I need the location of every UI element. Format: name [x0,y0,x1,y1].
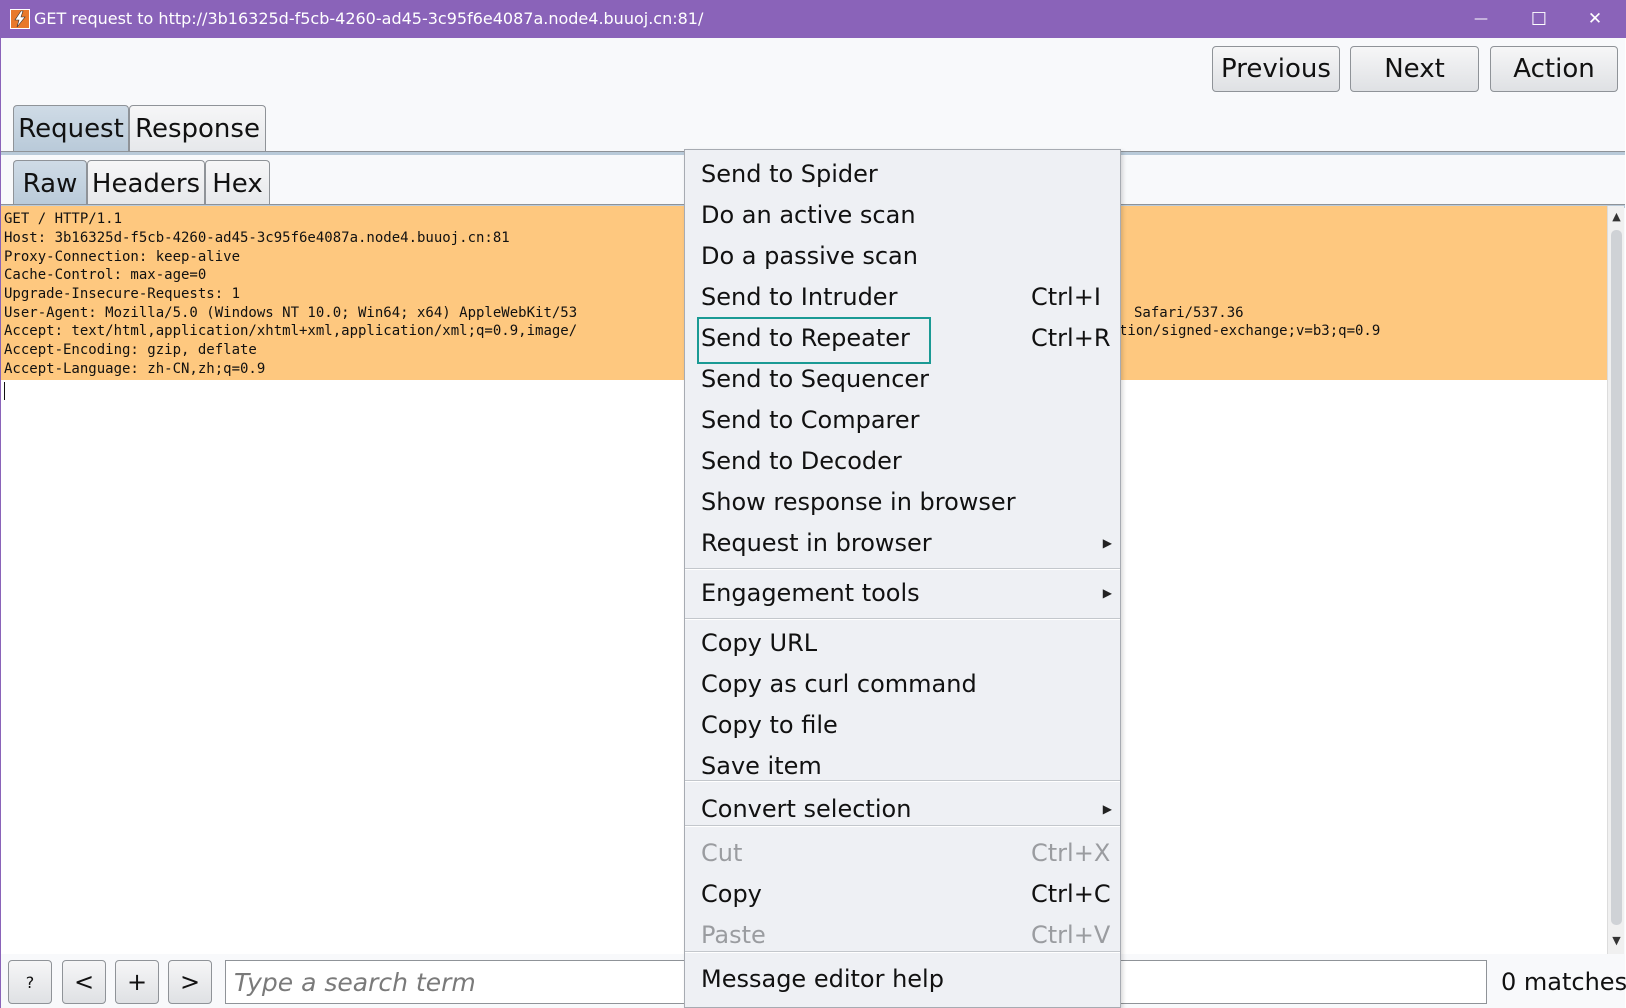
menu-item-label: Send to Sequencer [701,365,930,393]
header-accept-language: Accept-Language: zh-CN,zh;q=0.9 [4,361,266,377]
menu-item-label: Do an active scan [701,201,916,229]
menu-item-label: Cut [701,839,743,867]
tab-headers[interactable]: Headers [87,160,205,206]
close-button[interactable]: ✕ [1566,0,1624,38]
header-upgrade-insecure: Upgrade-Insecure-Requests: 1 [4,286,241,302]
menu-item-label: Send to Repeater [701,324,910,352]
menu-item-show-response-in-browser[interactable]: Show response in browser [685,482,1120,523]
menu-separator [685,568,1120,570]
previous-button[interactable]: Previous [1212,46,1340,92]
menu-item-cut[interactable]: Cut Ctrl+X [685,833,1120,874]
request-line: GET / HTTP/1.1 [4,211,123,227]
menu-item-send-to-repeater[interactable]: Send to Repeater Ctrl+R [685,317,1120,364]
menu-item-active-scan[interactable]: Do an active scan [685,195,1120,236]
menu-item-label: Send to Decoder [701,447,902,475]
menu-item-label: Convert selection [701,795,912,823]
menu-separator [685,780,1120,782]
header-accept-encoding: Accept-Encoding: gzip, deflate [4,342,257,358]
submenu-arrow-icon: ▶ [1102,586,1112,600]
action-button[interactable]: Action [1490,46,1618,92]
window-title: GET request to http://3b16325d-f5cb-4260… [34,9,704,28]
header-user-agent: User-Agent: Mozilla/5.0 (Windows NT 10.0… [4,305,578,321]
tab-request[interactable]: Request [13,105,129,151]
header-cache-control: Cache-Control: max-age=0 [4,267,207,283]
menu-item-label: Request in browser [701,529,932,557]
menu-item-copy-to-file[interactable]: Copy to file [685,705,1120,746]
help-button[interactable]: ? [8,960,52,1004]
menu-item-shortcut: Ctrl+V [1031,921,1111,949]
menu-item-label: Send to Comparer [701,406,920,434]
menu-item-copy-url[interactable]: Copy URL [685,623,1120,664]
scroll-up-icon[interactable]: ▲ [1610,210,1623,224]
submenu-arrow-icon: ▶ [1102,536,1112,550]
search-add-button[interactable]: + [115,960,159,1004]
menu-item-request-in-browser[interactable]: Request in browser ▶ [685,523,1120,564]
menu-item-label: Paste [701,921,766,949]
tab-response[interactable]: Response [129,105,266,151]
search-next-button[interactable]: > [168,960,212,1004]
menu-item-shortcut: Ctrl+R [1031,324,1111,352]
menu-separator [685,618,1120,620]
next-button[interactable]: Next [1350,46,1479,92]
maximize-icon: ☐ [1530,8,1548,30]
context-menu: Send to Spider Do an active scan Do a pa… [684,149,1121,1008]
menu-item-send-to-spider[interactable]: Send to Spider [685,154,1120,195]
tab-hex[interactable]: Hex [205,160,270,206]
menu-item-copy[interactable]: Copy Ctrl+C [685,874,1120,915]
menu-separator [685,951,1120,953]
header-accept: Accept: text/html,application/xhtml+xml,… [4,323,578,339]
editor-scrollbar[interactable]: ▲ ▼ [1607,206,1624,954]
menu-item-copy-as-curl[interactable]: Copy as curl command [685,664,1120,705]
close-icon: ✕ [1587,9,1603,29]
scrollbar-thumb[interactable] [1611,230,1622,925]
title-bar: GET request to http://3b16325d-f5cb-4260… [0,0,1626,38]
match-count: 0 matches [1501,968,1626,996]
menu-item-message-editor-help[interactable]: Message editor help [685,959,1120,1000]
menu-item-send-to-decoder[interactable]: Send to Decoder [685,441,1120,482]
header-accept-tail: tion/signed-exchange;v=b3;q=0.9 [1119,323,1381,339]
menu-item-send-to-comparer[interactable]: Send to Comparer [685,400,1120,441]
tab-raw[interactable]: Raw [13,160,87,206]
menu-item-passive-scan[interactable]: Do a passive scan [685,236,1120,277]
scroll-down-icon[interactable]: ▼ [1610,934,1623,948]
menu-item-label: Copy URL [701,629,818,657]
menu-item-send-to-sequencer[interactable]: Send to Sequencer [685,359,1120,400]
menu-item-label: Message editor help [701,965,944,993]
menu-item-label: Send to Intruder [701,283,898,311]
menu-item-paste[interactable]: Paste Ctrl+V [685,915,1120,956]
text-caret [4,382,5,400]
menu-item-label: Send to Spider [701,160,878,188]
menu-item-label: Engagement tools [701,579,920,607]
menu-item-shortcut: Ctrl+X [1031,839,1111,867]
burp-app-icon [10,9,30,29]
menu-separator [685,825,1120,827]
header-user-agent-tail: Safari/537.36 [1134,305,1244,321]
menu-item-convert-selection[interactable]: Convert selection ▶ [685,789,1120,830]
menu-item-engagement-tools[interactable]: Engagement tools ▶ [685,573,1120,614]
menu-item-label: Show response in browser [701,488,1016,516]
minimize-icon: — [1474,11,1488,27]
search-previous-button[interactable]: < [62,960,106,1004]
menu-item-label: Do a passive scan [701,242,918,270]
menu-item-shortcut: Ctrl+C [1031,880,1111,908]
header-proxy-connection: Proxy-Connection: keep-alive [4,249,241,265]
minimize-button[interactable]: — [1452,0,1510,38]
header-host: Host: 3b16325d-f5cb-4260-ad45-3c95f6e408… [4,230,510,246]
menu-item-label: Copy to file [701,711,838,739]
menu-item-label: Copy [701,880,762,908]
menu-item-send-to-intruder[interactable]: Send to Intruder Ctrl+I [685,277,1120,318]
menu-item-shortcut: Ctrl+I [1031,283,1101,311]
maximize-button[interactable]: ☐ [1510,0,1568,38]
submenu-arrow-icon: ▶ [1102,802,1112,816]
menu-item-label: Copy as curl command [701,670,977,698]
